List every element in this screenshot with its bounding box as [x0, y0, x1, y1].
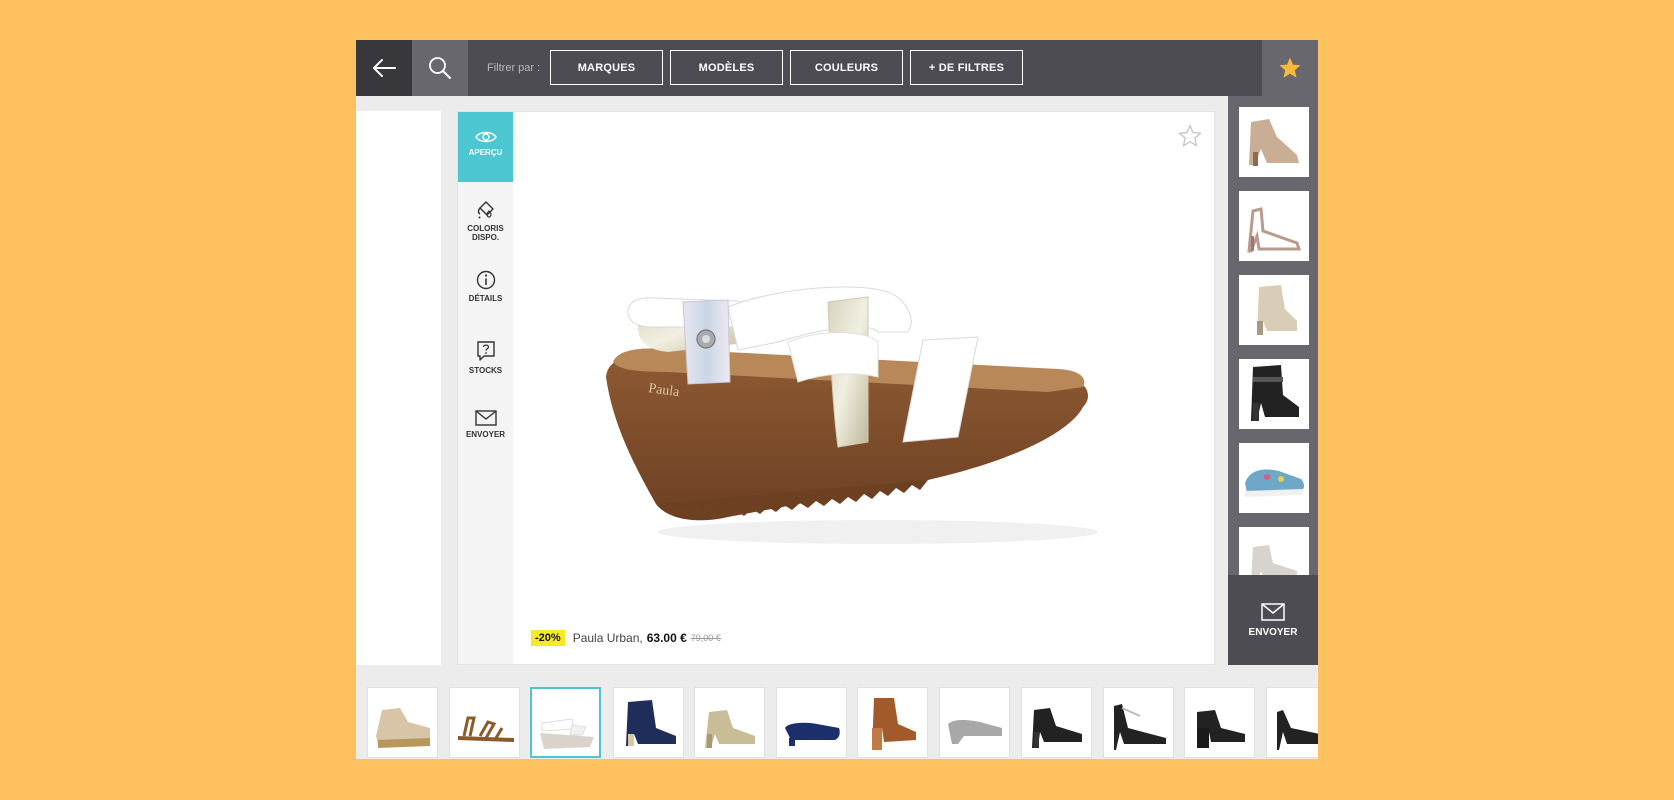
more-filters-button[interactable]: + DE FILTRES — [910, 50, 1023, 85]
search-button[interactable] — [412, 40, 468, 96]
carousel-item[interactable] — [1184, 687, 1255, 758]
back-button[interactable] — [356, 40, 412, 96]
tab-label: APERÇU — [468, 148, 503, 157]
shoe-thumbnail — [1277, 710, 1318, 750]
shoe-thumbnail — [626, 700, 676, 746]
carousel-item[interactable] — [1103, 687, 1174, 758]
carousel-item-selected[interactable] — [530, 687, 601, 758]
filter-colors-button[interactable]: COULEURS — [790, 50, 903, 85]
tab-label: DÉTAILS — [468, 294, 503, 303]
product-image: Paula — [606, 286, 1098, 544]
paint-bucket-icon — [477, 201, 494, 219]
send-favorites-button[interactable]: ENVOYER — [1228, 575, 1318, 665]
filter-models-button[interactable]: MODÈLES — [670, 50, 783, 85]
shoe-thumbnail — [1032, 708, 1082, 748]
product-card: APERÇU COLORIS DISPO. DÉTAILS STOCKS ENV… — [457, 111, 1215, 665]
favorite-item[interactable] — [1239, 107, 1309, 177]
shoe-thumbnail — [1197, 710, 1245, 748]
star-filled-icon — [1279, 57, 1301, 78]
carousel-item[interactable] — [939, 687, 1010, 758]
info-icon — [476, 270, 495, 290]
previous-product-panel[interactable] — [356, 111, 441, 665]
send-label: ENVOYER — [1248, 626, 1298, 638]
eye-icon — [474, 131, 497, 143]
shoe-thumbnail — [705, 710, 755, 748]
discount-badge: -20% — [531, 630, 565, 646]
filter-brands-button[interactable]: MARQUES — [550, 50, 663, 85]
tab-apercu[interactable]: APERÇU — [458, 112, 513, 182]
shoe-thumbnail — [785, 722, 840, 746]
carousel-item[interactable] — [613, 687, 684, 758]
star-outline-icon — [1178, 124, 1202, 147]
top-bar: Filtrer par : MARQUES MODÈLES COULEURS +… — [356, 40, 1318, 96]
tab-label: COLORIS DISPO. — [467, 224, 504, 242]
question-bubble-icon — [476, 341, 495, 361]
product-old-price: 79,00 € — [690, 633, 721, 643]
favorite-item[interactable] — [1239, 275, 1309, 345]
envelope-icon — [1261, 602, 1285, 621]
shoe-thumbnail — [376, 708, 430, 748]
carousel-item[interactable] — [1266, 687, 1318, 758]
price-row: -20% Paula Urban, 63.00 € 79,00 € — [531, 630, 721, 646]
tab-label: ENVOYER — [465, 430, 506, 439]
favorite-item[interactable] — [1239, 443, 1309, 513]
carousel-item[interactable] — [1021, 687, 1092, 758]
app-window: Filtrer par : MARQUES MODÈLES COULEURS +… — [356, 40, 1318, 759]
shoe-thumbnail — [1245, 469, 1304, 497]
favorite-item[interactable] — [1239, 359, 1309, 429]
shoe-thumbnail — [872, 698, 916, 750]
filter-label: Filtrer par : — [487, 62, 541, 74]
carousel-item[interactable] — [776, 687, 847, 758]
product-price: 63.00 € — [646, 631, 687, 645]
shoe-thumbnail — [540, 718, 594, 749]
carousel-item[interactable] — [449, 687, 520, 758]
shoe-thumbnail — [458, 716, 514, 742]
envelope-icon — [474, 410, 497, 426]
favorite-item[interactable] — [1239, 191, 1309, 261]
add-to-favorites-button[interactable] — [1178, 124, 1202, 153]
tab-envoyer[interactable]: ENVOYER — [458, 392, 513, 462]
tab-coloris[interactable]: COLORIS DISPO. — [458, 182, 513, 252]
shoe-thumbnail — [1249, 119, 1299, 166]
tab-label: STOCKS — [468, 366, 503, 375]
tab-details[interactable]: DÉTAILS — [458, 252, 513, 322]
product-carousel — [356, 675, 1318, 759]
shoe-thumbnail — [1251, 365, 1299, 421]
favorites-button[interactable] — [1262, 40, 1318, 96]
favorites-sidebar: ENVOYER — [1228, 96, 1318, 665]
search-icon — [429, 57, 451, 79]
product-brand: Paula Urban, — [572, 631, 643, 645]
shoe-thumbnail — [948, 720, 1002, 744]
carousel-item[interactable] — [694, 687, 765, 758]
carousel-item[interactable] — [857, 687, 928, 758]
shoe-thumbnail — [1257, 285, 1297, 335]
shoe-thumbnail — [1114, 704, 1166, 750]
tab-stocks[interactable]: STOCKS — [458, 322, 513, 392]
shoe-thumbnail — [1247, 207, 1302, 253]
carousel-item[interactable] — [367, 687, 438, 758]
arrow-left-icon — [373, 59, 396, 77]
product-tabs: APERÇU COLORIS DISPO. DÉTAILS STOCKS ENV… — [458, 112, 513, 664]
